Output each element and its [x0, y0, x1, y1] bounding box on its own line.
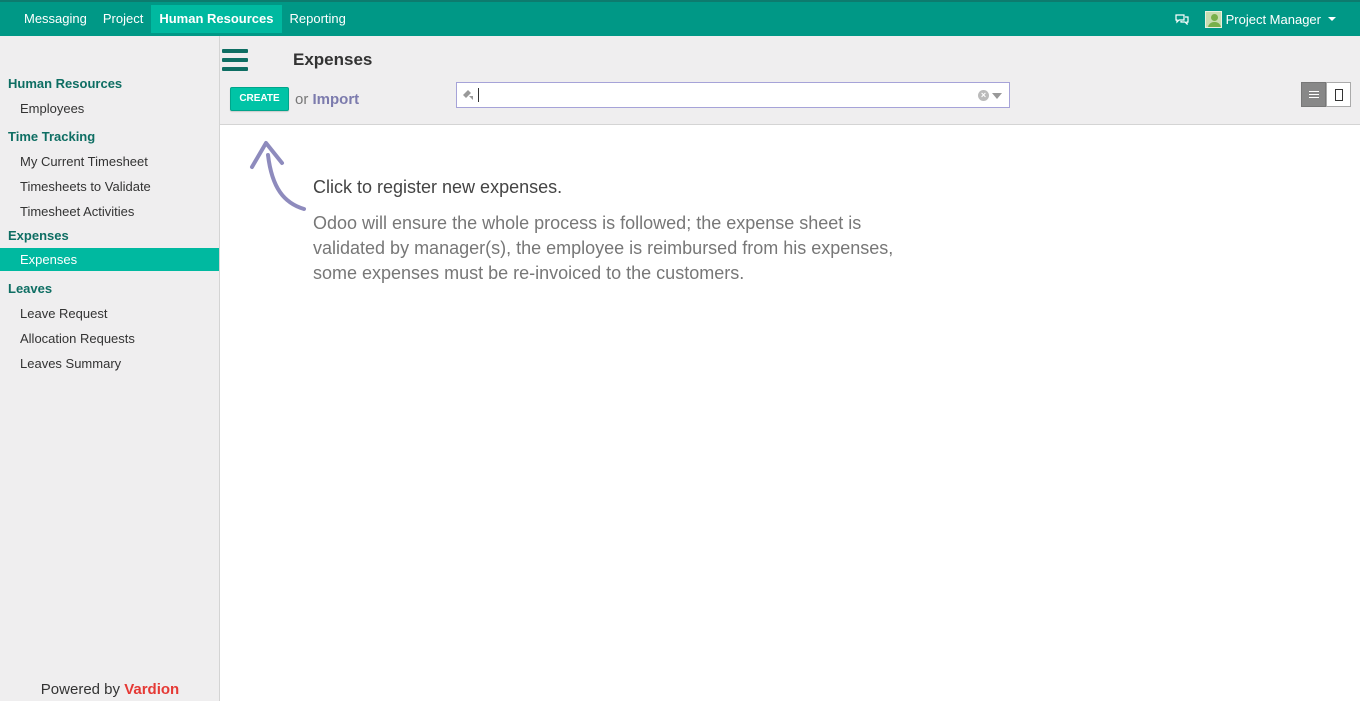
help-body: Odoo will ensure the whole process is fo… [313, 213, 894, 283]
user-menu[interactable]: Project Manager [1226, 12, 1321, 27]
search-bar[interactable]: × [456, 82, 1010, 108]
clear-icon[interactable]: × [978, 90, 989, 101]
topnav-project[interactable]: Project [95, 5, 151, 33]
sidebar-item-leave-request[interactable]: Leave Request [0, 301, 219, 326]
sidebar-item-allocation-requests[interactable]: Allocation Requests [0, 326, 219, 351]
list-view-icon [1309, 91, 1319, 100]
main-content: Click to register new expenses. Odoo wil… [220, 125, 1360, 701]
sidebar-item-timesheets-to-validate[interactable]: Timesheets to Validate [0, 174, 219, 199]
sidebar-item-leaves-summary[interactable]: Leaves Summary [0, 351, 219, 376]
or-label: or [295, 91, 309, 108]
topnav-reporting[interactable]: Reporting [282, 5, 354, 33]
topnav-messaging[interactable]: Messaging [16, 5, 95, 33]
text-cursor [478, 88, 479, 102]
arrow-up-icon [250, 141, 306, 211]
import-area: or Import [295, 91, 359, 108]
search-input[interactable] [477, 86, 977, 104]
list-view-button[interactable] [1301, 82, 1326, 107]
sidebar-item-expenses[interactable]: Expenses [0, 248, 219, 271]
sidebar-item-employees[interactable]: Employees [0, 96, 219, 121]
topnav-human-resources[interactable]: Human Resources [151, 5, 282, 33]
avatar[interactable] [1204, 10, 1222, 28]
sidebar-section-expenses: Expenses [8, 228, 69, 243]
form-view-icon [1335, 89, 1343, 101]
sidebar-section-time-tracking: Time Tracking [8, 129, 96, 144]
sidebar-item-timesheet-activities[interactable]: Timesheet Activities [0, 199, 219, 224]
chevron-down-icon[interactable] [992, 93, 1002, 99]
sidebar-section-leaves: Leaves [8, 281, 53, 296]
top-navbar: Messaging Project Human Resources Report… [0, 0, 1360, 36]
sidebar: Human Resources Employees Time Tracking … [0, 36, 220, 701]
top-menu: Messaging Project Human Resources Report… [16, 2, 354, 36]
view-switcher [1301, 82, 1351, 107]
page-title: Expenses [293, 50, 373, 69]
hamburger-icon[interactable] [222, 49, 248, 71]
powered-by-brand-link[interactable]: Vardion [124, 681, 179, 698]
form-view-button[interactable] [1326, 82, 1351, 107]
control-panel: Expenses CREATE or Import × [220, 36, 1360, 125]
powered-by-prefix: Powered by [40, 681, 121, 698]
sidebar-item-my-current-timesheet[interactable]: My Current Timesheet [0, 149, 219, 174]
import-link[interactable]: Import [313, 91, 360, 108]
sidebar-section-human-resources: Human Resources [8, 76, 123, 91]
chat-icon[interactable] [1175, 13, 1189, 25]
user-area: Project Manager [1175, 2, 1336, 36]
powered-by: Powered by Vardion [0, 679, 220, 701]
help-title: Click to register new expenses. [313, 177, 563, 197]
filter-icon [463, 90, 473, 100]
chevron-down-icon[interactable] [1328, 17, 1336, 21]
create-button[interactable]: CREATE [230, 87, 289, 111]
